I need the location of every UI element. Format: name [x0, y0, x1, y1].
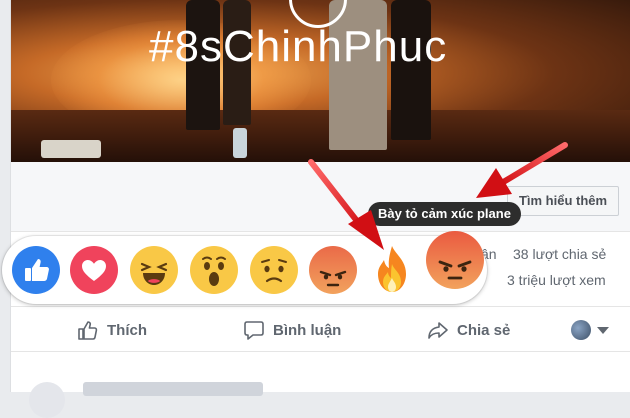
views-count: 3 triệu lượt xem [507, 272, 606, 288]
audience-selector[interactable] [571, 317, 609, 343]
sad-icon[interactable] [250, 246, 298, 294]
share-label: Chia sẻ [457, 321, 511, 339]
heart-icon [82, 260, 106, 281]
thumbs-up-icon [78, 321, 98, 340]
learn-more-button[interactable]: Tìm hiểu thêm [507, 186, 619, 216]
like-icon[interactable] [12, 246, 60, 294]
share-button[interactable]: Chia sẻ [427, 317, 510, 343]
angry-face [319, 270, 347, 287]
comment-button[interactable]: Bình luận [243, 317, 341, 343]
like-label: Thích [107, 321, 147, 339]
sad-face [261, 259, 287, 283]
wow-face [202, 256, 226, 286]
fire-glyph [378, 246, 406, 292]
haha-face [140, 262, 168, 285]
cta-row: Tìm hiểu thêm [11, 162, 630, 232]
action-bar: Thích Bình luận Chia sẻ [11, 306, 630, 352]
shares-count[interactable]: 38 lượt chia sẻ [513, 246, 606, 262]
post-card: #8sChinhPhuc Tìm hiểu thêm ận 38 lượt ch… [10, 0, 630, 418]
comment-label: Bình luận [273, 321, 342, 339]
avatar [571, 320, 591, 340]
comment-icon [244, 321, 264, 340]
love-icon[interactable] [70, 246, 118, 294]
haha-icon[interactable] [130, 246, 178, 294]
angry-face-large [438, 260, 472, 280]
ground [11, 110, 630, 162]
chevron-down-icon [597, 326, 609, 334]
next-post-avatar[interactable] [29, 382, 65, 418]
like-button[interactable]: Thích [77, 317, 147, 343]
wow-icon[interactable] [190, 246, 238, 294]
reaction-bar [2, 231, 487, 304]
next-post-author[interactable] [83, 382, 263, 396]
hashtag-text: #8sChinhPhuc [149, 22, 448, 71]
thumbs-up-icon [25, 259, 49, 281]
reaction-tooltip: Bày tỏ cảm xúc plane [368, 202, 521, 226]
bottle-object [233, 128, 247, 158]
bag-object [41, 140, 101, 158]
angry-icon[interactable] [309, 246, 357, 294]
flame-icon[interactable] [368, 242, 416, 298]
share-icon [428, 322, 448, 339]
post-image[interactable]: #8sChinhPhuc [11, 0, 630, 162]
angry-icon[interactable] [426, 231, 484, 289]
